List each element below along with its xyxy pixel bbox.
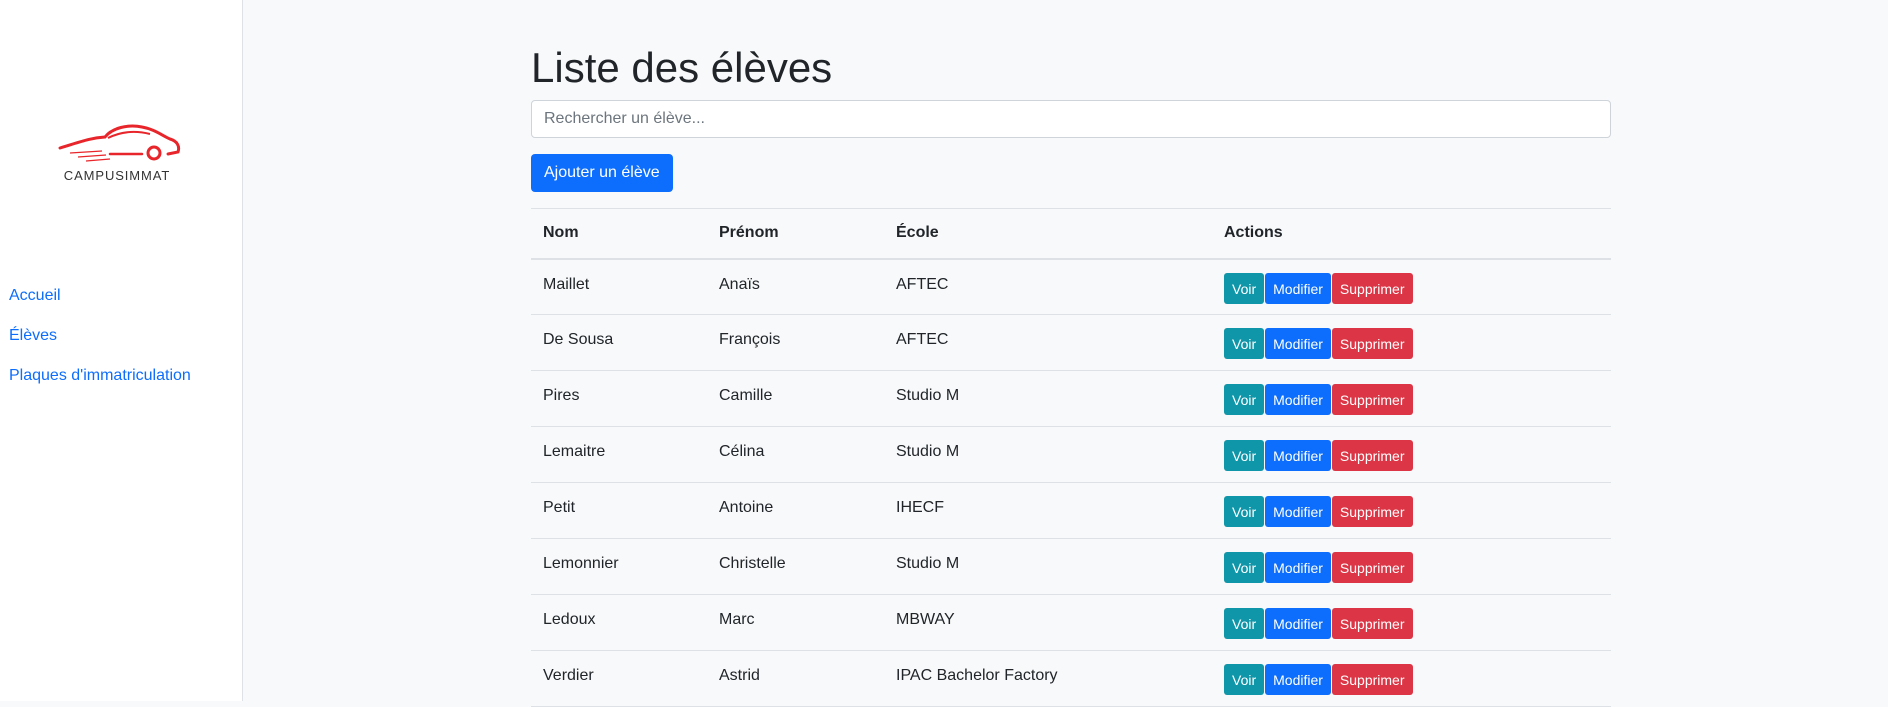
view-button[interactable]: Voir	[1224, 552, 1265, 583]
column-header-prenom: Prénom	[707, 208, 884, 260]
edit-button[interactable]: Modifier	[1265, 328, 1331, 359]
sidebar: CAMPUSIMMAT Accueil Élèves Plaques d'imm…	[0, 0, 243, 701]
delete-button[interactable]: Supprimer	[1331, 664, 1413, 695]
edit-button[interactable]: Modifier	[1265, 608, 1331, 639]
cell-prenom: Astrid	[707, 650, 884, 707]
cell-prenom: Anaïs	[707, 258, 884, 315]
delete-button[interactable]: Supprimer	[1331, 608, 1413, 639]
delete-button[interactable]: Supprimer	[1331, 440, 1413, 471]
cell-ecole: MBWAY	[884, 594, 1212, 651]
cell-actions: Voir Modifier Supprimer	[1212, 258, 1611, 315]
cell-nom: Ledoux	[531, 594, 707, 651]
add-student-button[interactable]: Ajouter un élève	[531, 154, 673, 192]
cell-ecole: IPAC Bachelor Factory	[884, 650, 1212, 707]
table-row: Lemaitre Célina Studio M Voir Modifier Suppri…	[531, 426, 1611, 483]
cell-prenom: Célina	[707, 426, 884, 483]
cell-actions: Voir Modifier Supprimer	[1212, 538, 1611, 595]
cell-prenom: Marc	[707, 594, 884, 651]
table-row: De Sousa François AFTEC Voir Modifier Supprim…	[531, 314, 1611, 371]
cell-prenom: Christelle	[707, 538, 884, 595]
cell-ecole: Studio M	[884, 370, 1212, 427]
nav-link-eleves[interactable]: Élèves	[9, 325, 191, 365]
cell-actions: Voir Modifier Supprimer	[1212, 314, 1611, 371]
cell-ecole: Studio M	[884, 426, 1212, 483]
delete-button[interactable]: Supprimer	[1331, 328, 1413, 359]
cell-actions: Voir Modifier Supprimer	[1212, 426, 1611, 483]
table-header-row: Nom Prénom École Actions	[531, 208, 1611, 260]
delete-button[interactable]: Supprimer	[1331, 384, 1413, 415]
table-row: Lemonnier Christelle Studio M Voir Modifier S…	[531, 538, 1611, 595]
table-row: Verdier Astrid IPAC Bachelor Factory Voir Mo…	[531, 650, 1611, 707]
cell-nom: Lemonnier	[531, 538, 707, 595]
table-row: Ledoux Marc MBWAY Voir Modifier Supprimer	[531, 594, 1611, 651]
edit-button[interactable]: Modifier	[1265, 440, 1331, 471]
nav-link-plaques[interactable]: Plaques d'immatriculation	[9, 365, 191, 405]
column-header-actions: Actions	[1212, 208, 1611, 260]
view-button[interactable]: Voir	[1224, 272, 1265, 304]
table-row: Petit Antoine IHECF Voir Modifier Supprimer	[531, 482, 1611, 539]
nav-link-accueil[interactable]: Accueil	[9, 285, 191, 325]
cell-ecole: AFTEC	[884, 314, 1212, 371]
delete-button[interactable]: Supprimer	[1331, 272, 1413, 304]
view-button[interactable]: Voir	[1224, 328, 1265, 359]
column-header-ecole: École	[884, 208, 1212, 260]
sidebar-nav: Accueil Élèves Plaques d'immatriculation	[9, 285, 191, 405]
edit-button[interactable]: Modifier	[1265, 272, 1331, 304]
column-header-nom: Nom	[531, 208, 707, 260]
edit-button[interactable]: Modifier	[1265, 496, 1331, 527]
cell-prenom: Camille	[707, 370, 884, 427]
table-body: Maillet Anaïs AFTEC Voir Modifier Supprimer De…	[531, 258, 1611, 707]
delete-button[interactable]: Supprimer	[1331, 496, 1413, 527]
cell-actions: Voir Modifier Supprimer	[1212, 650, 1611, 707]
cell-nom: Lemaitre	[531, 426, 707, 483]
cell-nom: Petit	[531, 482, 707, 539]
students-table: Nom Prénom École Actions Maillet Anaïs AFT…	[531, 208, 1611, 707]
cell-nom: Verdier	[531, 650, 707, 707]
cell-prenom: Antoine	[707, 482, 884, 539]
edit-button[interactable]: Modifier	[1265, 664, 1331, 695]
delete-button[interactable]: Supprimer	[1331, 552, 1413, 583]
view-button[interactable]: Voir	[1224, 496, 1265, 527]
cell-actions: Voir Modifier Supprimer	[1212, 482, 1611, 539]
table-row: Maillet Anaïs AFTEC Voir Modifier Supprimer	[531, 258, 1611, 315]
cell-nom: Maillet	[531, 258, 707, 315]
edit-button[interactable]: Modifier	[1265, 384, 1331, 415]
cell-ecole: AFTEC	[884, 258, 1212, 315]
view-button[interactable]: Voir	[1224, 664, 1265, 695]
campusimmat-logo: CAMPUSIMMAT	[50, 118, 184, 186]
page-title: Liste des élèves	[531, 44, 833, 91]
cell-ecole: IHECF	[884, 482, 1212, 539]
cell-prenom: François	[707, 314, 884, 371]
view-button[interactable]: Voir	[1224, 384, 1265, 415]
car-logo-icon	[58, 124, 181, 162]
cell-actions: Voir Modifier Supprimer	[1212, 370, 1611, 427]
logo-text: CAMPUSIMMAT	[63, 168, 171, 183]
cell-ecole: Studio M	[884, 538, 1212, 595]
view-button[interactable]: Voir	[1224, 440, 1265, 471]
cell-actions: Voir Modifier Supprimer	[1212, 594, 1611, 651]
table-row: Pires Camille Studio M Voir Modifier Supprime…	[531, 370, 1611, 427]
cell-nom: Pires	[531, 370, 707, 427]
search-input[interactable]	[531, 100, 1611, 138]
cell-nom: De Sousa	[531, 314, 707, 371]
view-button[interactable]: Voir	[1224, 608, 1265, 639]
edit-button[interactable]: Modifier	[1265, 552, 1331, 583]
